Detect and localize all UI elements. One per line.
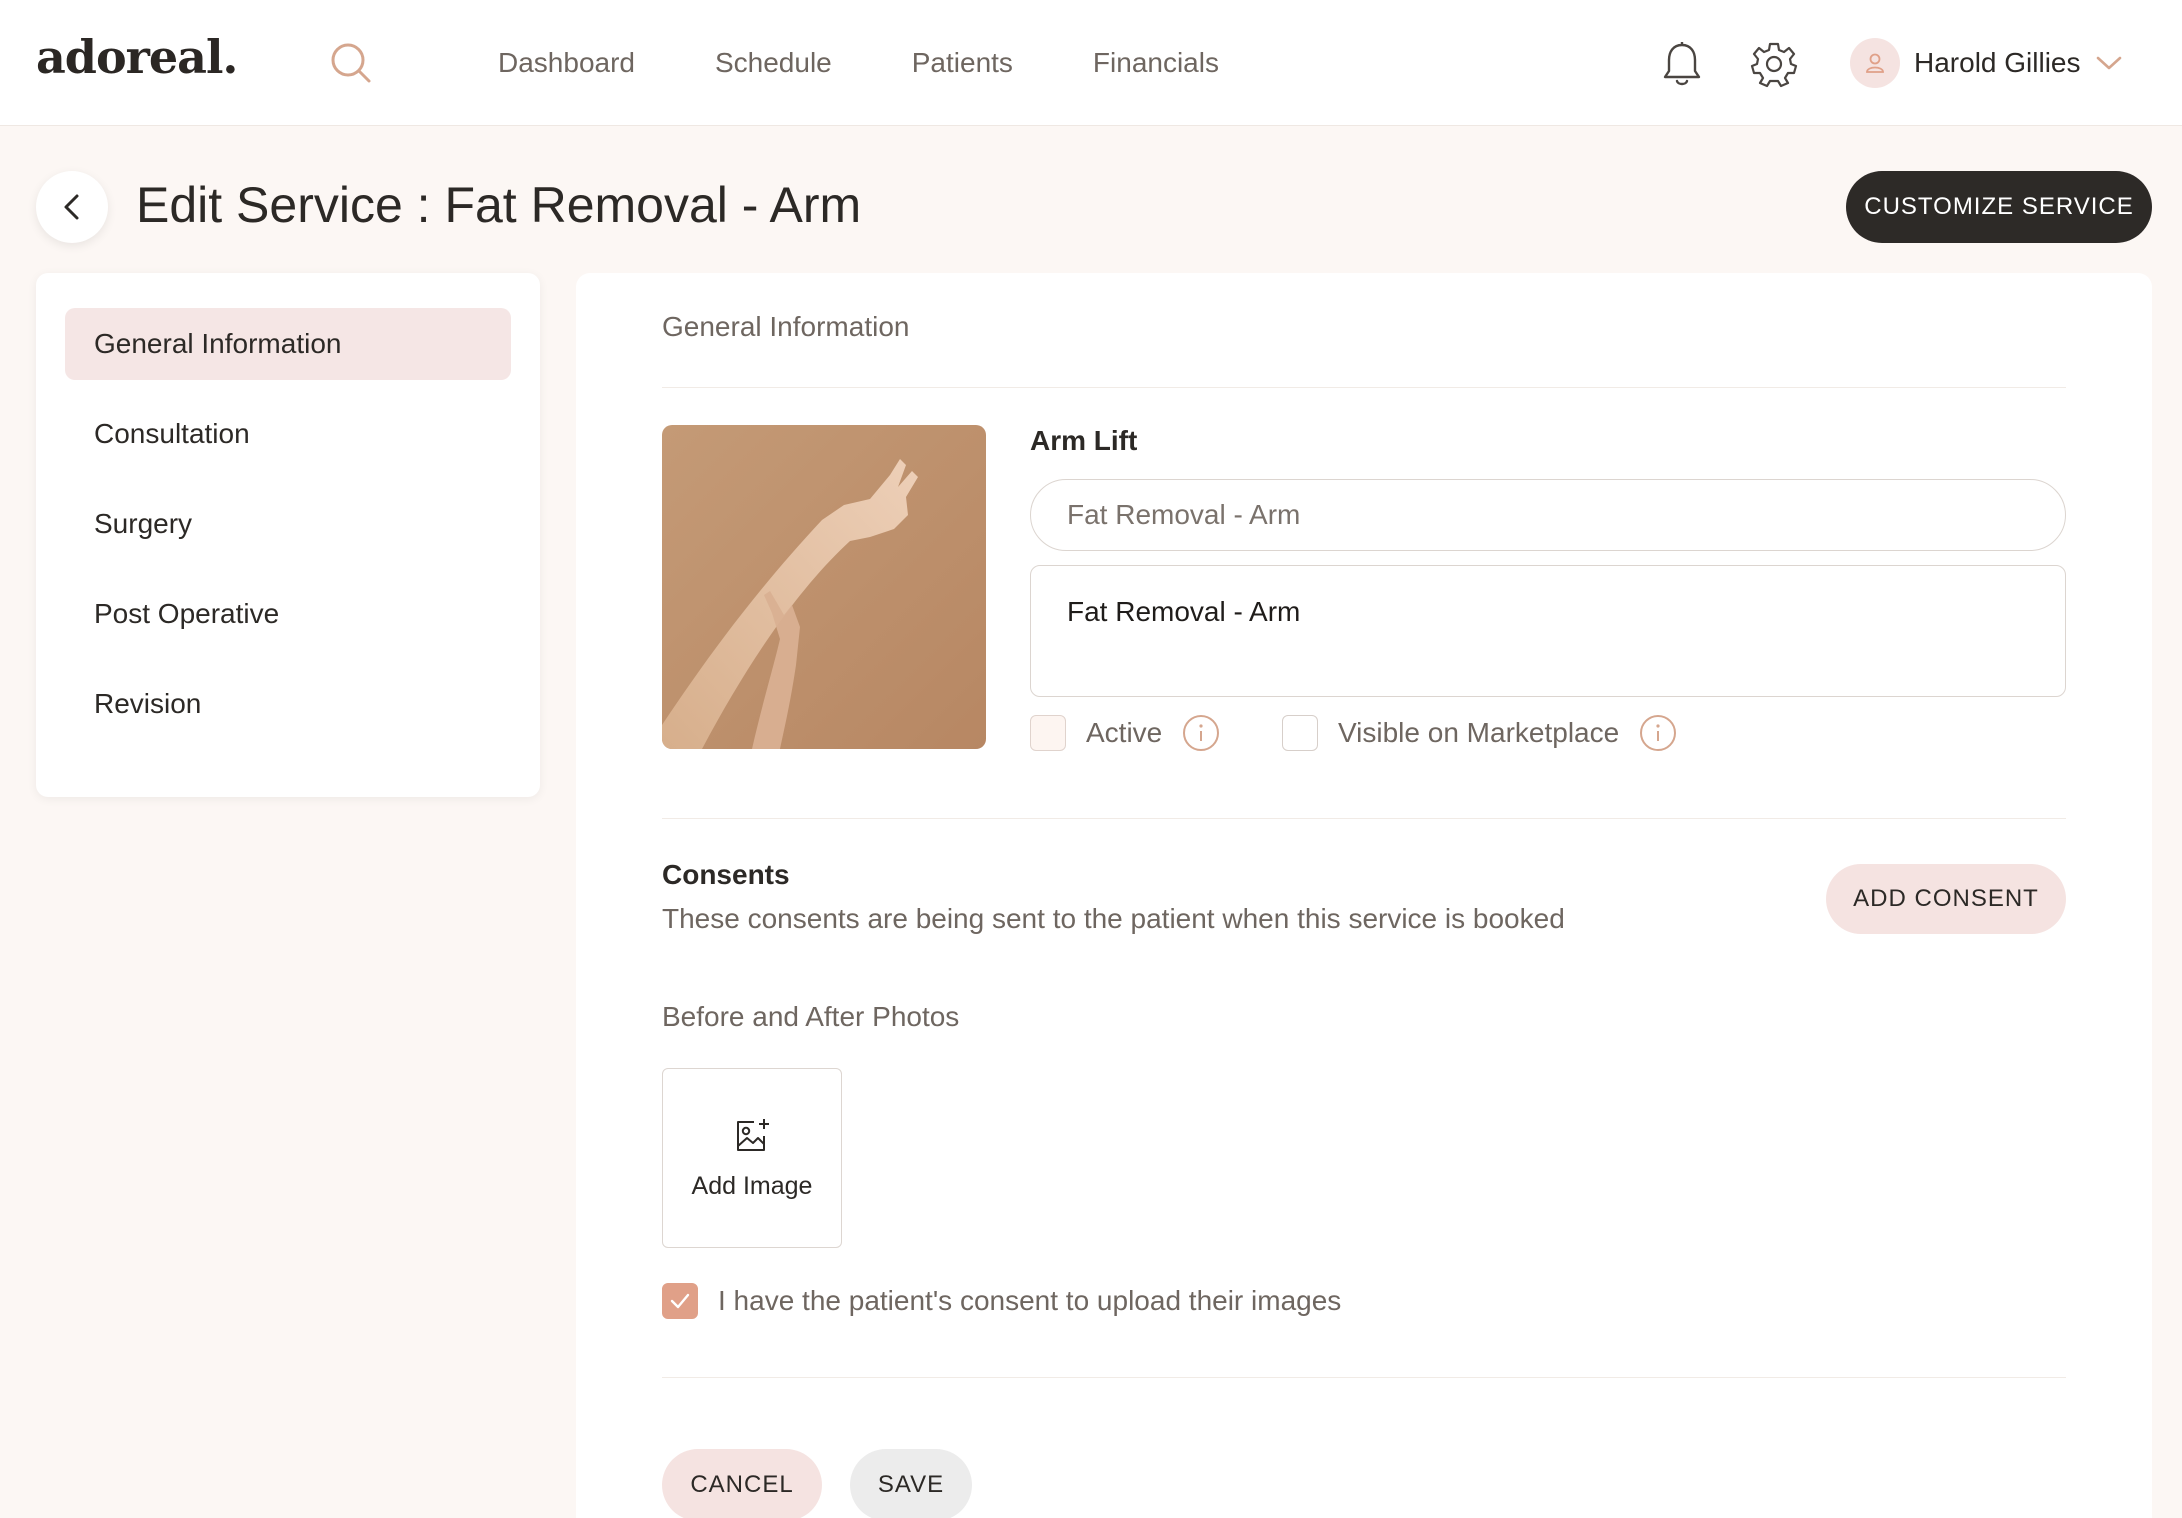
service-sections-sidebar: General Information Consultation Surgery… (36, 273, 540, 797)
marketplace-checkbox[interactable] (1282, 715, 1318, 751)
sidebar-item-general-information[interactable]: General Information (65, 308, 511, 380)
customize-service-button[interactable]: CUSTOMIZE SERVICE (1846, 171, 2152, 243)
photo-consent-label: I have the patient's consent to upload t… (718, 1285, 1342, 1316)
divider (662, 818, 2066, 819)
add-image-button[interactable]: Add Image (662, 1068, 842, 1248)
add-consent-button[interactable]: ADD CONSENT (1826, 864, 2066, 934)
user-name: Harold Gillies (1914, 47, 2081, 78)
search-icon[interactable] (328, 40, 374, 86)
divider (662, 387, 2066, 388)
page-title: Edit Service : Fat Removal - Arm (136, 177, 862, 233)
photo-consent-checkbox[interactable] (662, 1283, 698, 1319)
service-name-input[interactable] (1030, 479, 2066, 551)
app-logo[interactable]: adoreal. (36, 30, 238, 84)
sidebar-item-revision[interactable]: Revision (65, 668, 511, 740)
cancel-button[interactable]: CANCEL (662, 1449, 822, 1518)
user-icon (1866, 53, 1884, 73)
sidebar-item-consultation[interactable]: Consultation (65, 398, 511, 470)
before-after-photos-title: Before and After Photos (662, 1001, 960, 1032)
nav-financials[interactable]: Financials (1093, 47, 1219, 79)
nav-patients[interactable]: Patients (912, 47, 1013, 79)
general-information-panel: General Information Arm Lift Active (576, 273, 2152, 1518)
service-description-textarea[interactable] (1030, 565, 2066, 697)
nav-dashboard[interactable]: Dashboard (498, 47, 635, 79)
chevron-left-icon (64, 194, 79, 220)
avatar (1850, 38, 1900, 88)
info-icon[interactable] (1639, 714, 1677, 752)
active-checkbox[interactable] (1030, 715, 1066, 751)
section-title: General Information (662, 311, 910, 342)
sidebar-item-post-operative[interactable]: Post Operative (65, 578, 511, 650)
gear-icon[interactable] (1750, 40, 1798, 88)
add-image-label: Add Image (691, 1171, 813, 1200)
info-icon[interactable] (1182, 714, 1220, 752)
consents-title: Consents (662, 859, 790, 890)
chevron-down-icon[interactable] (2095, 53, 2123, 73)
marketplace-label: Visible on Marketplace (1338, 717, 1620, 748)
consents-description: These consents are being sent to the pat… (662, 903, 1565, 934)
nav-schedule[interactable]: Schedule (715, 47, 832, 79)
checkmark-icon (670, 1293, 690, 1309)
bell-icon[interactable] (1660, 40, 1704, 88)
sidebar-item-surgery[interactable]: Surgery (65, 488, 511, 560)
top-bar: adoreal. Dashboard Schedule Patients Fin… (0, 0, 2182, 126)
marketplace-toggle-row: Visible on Marketplace (1282, 711, 1677, 755)
active-label: Active (1086, 717, 1163, 748)
service-photo[interactable] (662, 425, 986, 749)
user-menu[interactable]: Harold Gillies (1850, 38, 2123, 88)
active-toggle-row: Active (1030, 711, 1220, 755)
add-image-icon (737, 1118, 769, 1151)
divider (662, 1377, 2066, 1378)
photo-consent-row: I have the patient's consent to upload t… (662, 1283, 1341, 1319)
service-name-label: Arm Lift (1030, 425, 1138, 456)
back-button[interactable] (36, 171, 108, 243)
main-nav: Dashboard Schedule Patients Financials (470, 0, 1259, 126)
save-button[interactable]: SAVE (850, 1449, 972, 1518)
